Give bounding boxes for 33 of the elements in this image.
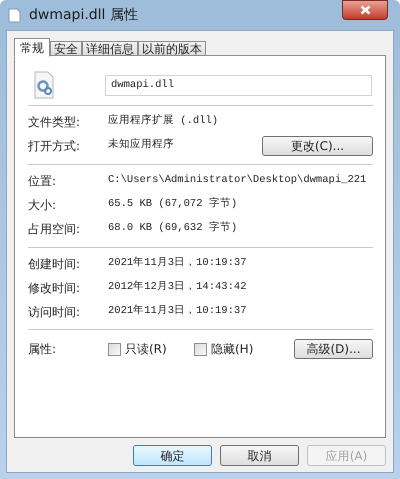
field-label: 大小: [28,197,58,214]
dll-file-icon [34,71,54,99]
advanced-button[interactable]: 高级(D)... [294,339,373,359]
change-button[interactable]: 更改(C)... [262,136,373,156]
tab[interactable]: 安全 [50,41,82,56]
field-value: 65.5 KB (67,072 字节) [108,197,238,212]
field-label: 属性: [28,341,58,358]
cancel-button[interactable]: 取消 [220,445,299,466]
file-name-field[interactable]: dwmapi.dll [105,74,372,96]
field-label: 打开方式: [28,138,82,155]
field-label: 创建时间: [28,256,82,273]
field-value: 未知应用程序 [108,138,174,154]
field-value: 2012年12月3日，14:43:42 [108,280,247,296]
checkbox[interactable]: 隐藏(H) [194,340,280,358]
ok-button[interactable]: 确定 [133,445,212,466]
field-label: 占用空间: [28,221,82,238]
field-label: 位置: [28,173,58,190]
field-label: 修改时间: [28,280,82,297]
field-value: 2021年11月3日，10:19:37 [108,256,247,272]
tab[interactable]: 常规 [14,38,50,57]
field-value: 68.0 KB (69,632 字节) [108,221,238,236]
field-label: 文件类型: [28,114,82,131]
tab[interactable]: 以前的版本 [138,41,206,56]
field-value: 2021年11月3日，10:19:37 [108,304,247,320]
window-title: dwmapi.dll 属性 [29,6,138,24]
field-label: 访问时间: [28,304,82,321]
close-button[interactable] [342,0,388,20]
field-value: C:\Users\Administrator\Desktop\dwmapi_221 [108,173,366,188]
close-icon [360,5,370,15]
file-icon [8,8,21,22]
field-value: 应用程序扩展 (.dll) [108,114,218,130]
checkbox[interactable]: 只读(R) [108,340,194,358]
tab[interactable]: 详细信息 [82,41,138,56]
